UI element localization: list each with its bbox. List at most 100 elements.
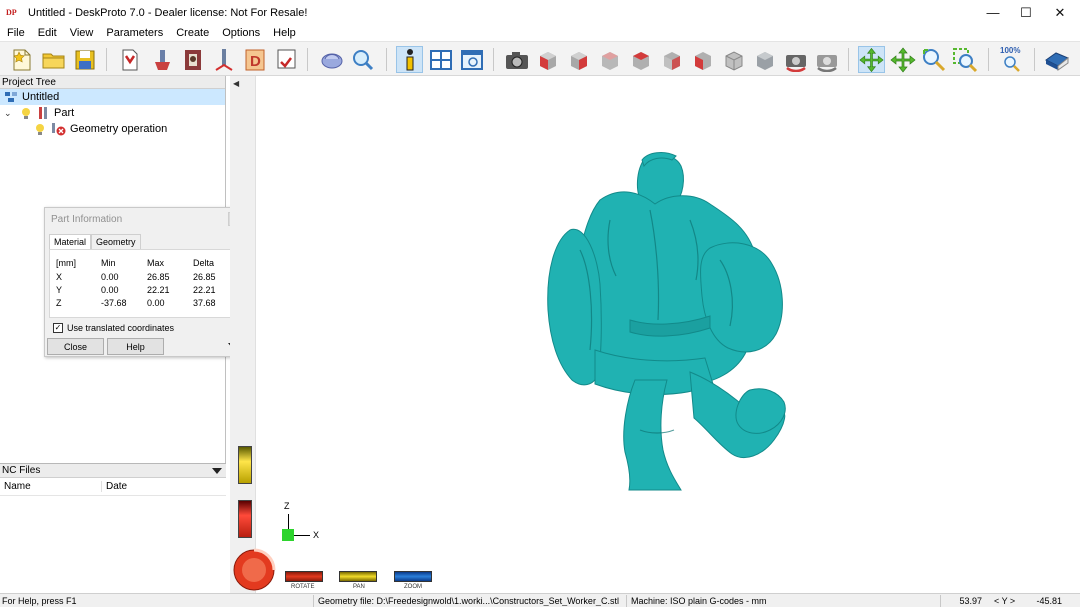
menu-edit[interactable]: Edit	[31, 27, 63, 39]
close-button[interactable]: Close	[47, 338, 104, 355]
bulb-icon[interactable]	[34, 123, 46, 136]
status-y-label: < Y >	[994, 596, 1016, 606]
svg-text:D: D	[250, 53, 261, 70]
part-parameters-icon	[154, 49, 170, 70]
status-geometry-file: Geometry file: D:\Freedesignwold\1.worki…	[318, 596, 619, 606]
tree-item-geometry-operation[interactable]: Geometry operation	[34, 121, 167, 137]
tab-geometry[interactable]: Geometry	[91, 234, 141, 249]
part-parameters-button[interactable]	[148, 46, 175, 73]
view-top-button[interactable]	[689, 46, 716, 73]
row-min: 0.00	[101, 272, 119, 282]
menu-bar: File Edit View Parameters Create Options…	[0, 25, 1080, 41]
view-back-button[interactable]	[596, 46, 623, 73]
status-x-value: 53.97	[959, 596, 982, 606]
window-icon	[460, 49, 483, 70]
column-delta: Delta	[193, 258, 215, 268]
maximize-button[interactable]: ☐	[1009, 0, 1043, 25]
simulation-button[interactable]	[318, 46, 345, 73]
tree-item-untitled[interactable]: Untitled	[0, 89, 225, 105]
menu-view[interactable]: View	[63, 27, 100, 39]
manual-button[interactable]	[1043, 46, 1070, 73]
cube-front-icon	[570, 51, 587, 70]
menu-help[interactable]: Help	[266, 27, 302, 39]
simulation-icon	[321, 53, 342, 68]
zoom-mode-label: ZOOM	[404, 584, 422, 590]
part-information-dialog: Part Information Material Geometry [mm] …	[44, 207, 245, 357]
layout-button[interactable]	[427, 46, 454, 73]
toolpath-button[interactable]	[210, 46, 237, 73]
inspect-button[interactable]	[349, 46, 376, 73]
window-button[interactable]	[458, 46, 485, 73]
menu-parameters[interactable]: Parameters	[99, 27, 169, 39]
translated-coordinates-checkbox[interactable]: ✓	[53, 323, 63, 333]
screenshot-button[interactable]	[503, 46, 530, 73]
zoom-window-icon	[952, 47, 977, 72]
create-ncfile-button[interactable]: D	[241, 46, 268, 73]
folder-icon	[42, 53, 64, 68]
status-divider	[940, 595, 941, 607]
new-file-icon	[12, 49, 30, 70]
status-divider	[626, 595, 627, 607]
zoom-100-button[interactable]: 100%	[998, 46, 1025, 73]
import-geometry-icon	[122, 49, 137, 70]
cutter-icon	[214, 48, 233, 71]
close-window-button[interactable]: ✕	[1043, 0, 1077, 25]
rotate-mode-indicator[interactable]	[285, 571, 323, 582]
help-button[interactable]: Help	[107, 338, 164, 355]
cube-right-icon	[663, 51, 680, 70]
column-name[interactable]: Name	[0, 481, 102, 492]
menu-create[interactable]: Create	[169, 27, 215, 39]
title-bar: DP Untitled - DeskProto 7.0 - Dealer lic…	[0, 0, 1080, 25]
save-project-button[interactable]	[71, 46, 98, 73]
rotate-dial-icon[interactable]	[232, 548, 276, 592]
column-date[interactable]: Date	[102, 481, 127, 492]
view-iso-button[interactable]	[534, 46, 561, 73]
info-button[interactable]	[396, 46, 423, 73]
collapse-left-icon[interactable]: ◀	[233, 79, 239, 88]
zoom-mode-indicator[interactable]	[394, 571, 432, 582]
new-project-button[interactable]	[8, 46, 35, 73]
tree-item-part[interactable]: ⌄ Part	[4, 105, 74, 121]
view-rotate-button[interactable]	[782, 46, 809, 73]
dropdown-arrow-icon[interactable]	[212, 467, 222, 474]
zoom-mode-button[interactable]	[920, 46, 947, 73]
save-ncfile-button[interactable]	[272, 46, 299, 73]
3d-model[interactable]	[540, 150, 790, 492]
zoom-window-button[interactable]	[951, 46, 978, 73]
menu-file[interactable]: File	[0, 27, 31, 39]
tab-material[interactable]: Material	[49, 234, 92, 249]
menu-options[interactable]: Options	[215, 27, 266, 39]
row-axis: Y	[56, 285, 63, 295]
pan-mode-button[interactable]	[889, 46, 916, 73]
cube-gray-icon	[756, 51, 773, 70]
operation-parameters-icon	[184, 49, 201, 70]
tree-item-label: Geometry operation	[70, 123, 168, 135]
view-reset-button[interactable]	[813, 46, 840, 73]
import-geometry-button[interactable]	[116, 46, 143, 73]
minimize-button[interactable]: —	[976, 0, 1010, 25]
cube-top-icon	[694, 51, 711, 70]
toolbar-separator	[988, 48, 989, 71]
operation-parameters-button[interactable]	[179, 46, 206, 73]
yellow-level-gauge[interactable]	[238, 446, 252, 484]
part-icon	[39, 107, 47, 119]
open-project-button[interactable]	[40, 46, 67, 73]
move-arrows-icon	[889, 46, 916, 73]
save-nc-icon	[277, 49, 295, 68]
view-right-button[interactable]	[658, 46, 685, 73]
zoom-100-icon: 100%	[998, 46, 1025, 73]
rotate-mode-button[interactable]	[858, 46, 885, 73]
translated-coordinates-option[interactable]: ✓ Use translated coordinates	[53, 323, 174, 333]
bulb-icon[interactable]	[20, 107, 32, 120]
view-front-button[interactable]	[565, 46, 592, 73]
checkbox-label: Use translated coordinates	[67, 323, 175, 333]
axis-origin	[282, 529, 294, 541]
expand-chevron-icon[interactable]: ⌄	[4, 108, 16, 119]
pan-mode-indicator[interactable]	[339, 571, 377, 582]
nc-files-panel: NC Files Name Date	[0, 463, 226, 593]
row-axis: X	[56, 272, 63, 282]
view-left-button[interactable]	[627, 46, 654, 73]
view-bottom-button[interactable]	[720, 46, 747, 73]
red-level-gauge[interactable]	[238, 500, 252, 538]
view-wire-button[interactable]	[751, 46, 778, 73]
